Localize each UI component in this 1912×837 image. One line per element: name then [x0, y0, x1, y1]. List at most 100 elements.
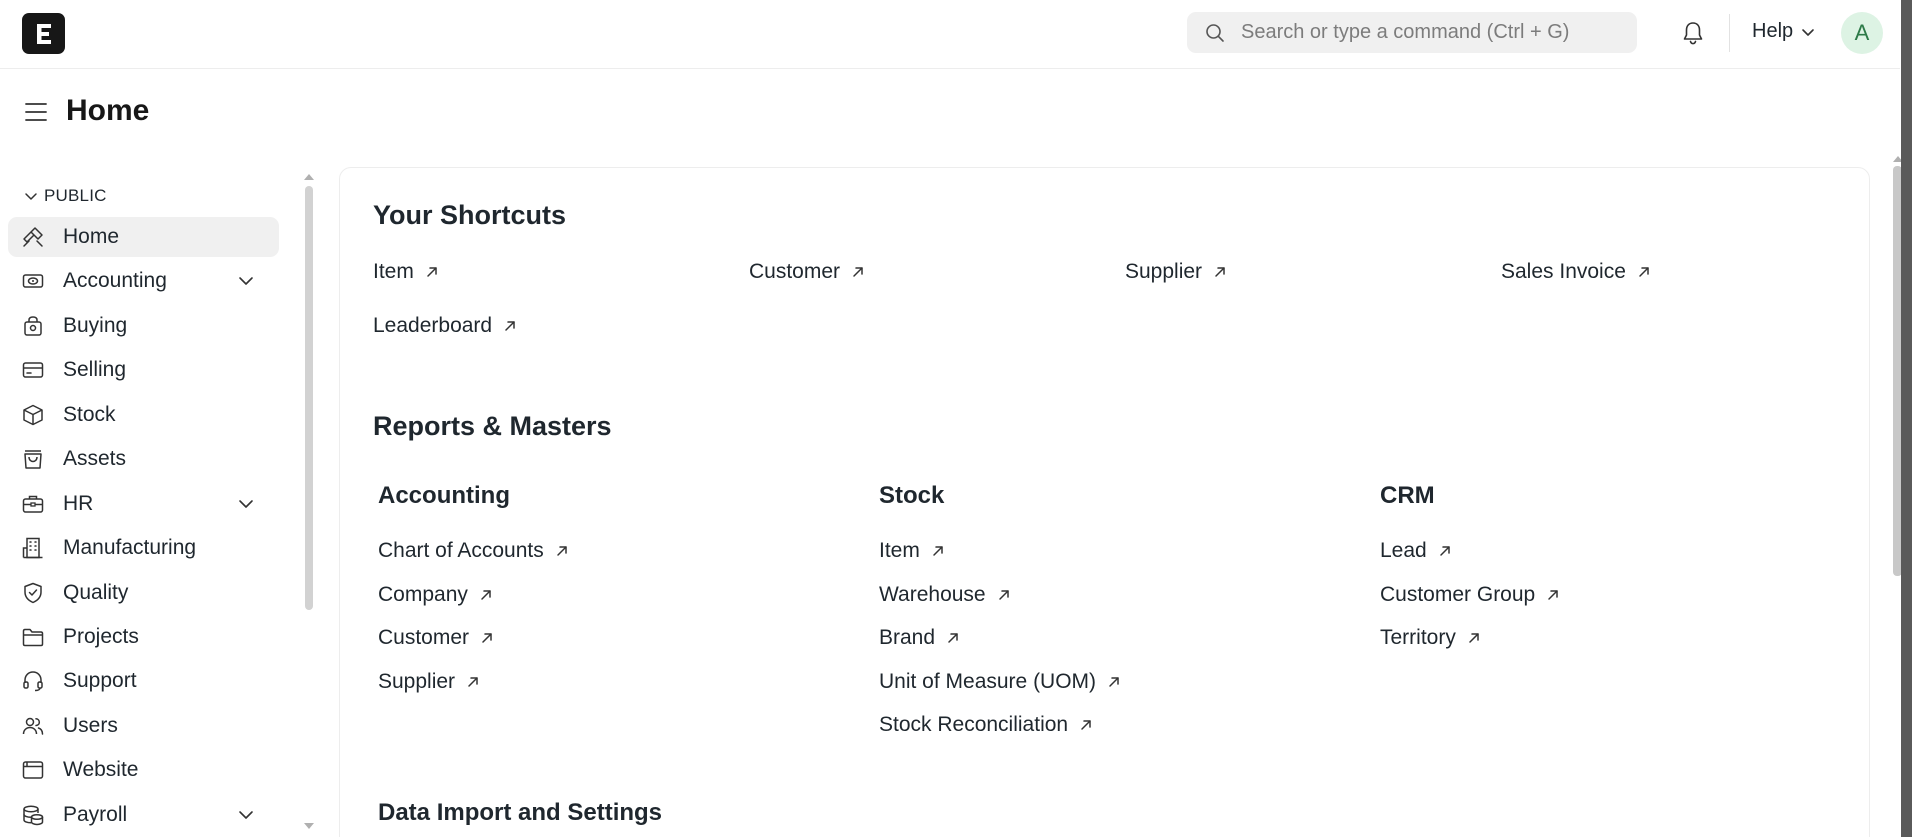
- report-link-label: Lead: [1380, 539, 1427, 562]
- shortcut-supplier[interactable]: Supplier: [1125, 260, 1226, 284]
- sidebar-item-stock[interactable]: Stock: [8, 395, 279, 435]
- headset-icon: [23, 671, 43, 692]
- window-edge: [1901, 0, 1912, 837]
- shortcut-leaderboard[interactable]: Leaderboard: [373, 314, 516, 338]
- shortcut-label: Customer: [749, 260, 841, 283]
- external-link-arrow-icon: [1109, 676, 1119, 687]
- sidebar-item-hr[interactable]: HR: [8, 484, 279, 524]
- navbar: Help A: [0, 0, 1900, 69]
- external-link-arrow-icon: [557, 546, 567, 556]
- report-link-label: Supplier: [378, 669, 456, 693]
- chevron-down-icon: [25, 193, 37, 200]
- sidebar-item-label: Selling: [63, 358, 127, 381]
- sidebar-item-selling[interactable]: Selling: [8, 350, 279, 390]
- page-title: Home: [66, 94, 150, 127]
- report-link-company[interactable]: Company: [378, 583, 492, 607]
- report-link-label: Territory: [1380, 626, 1456, 649]
- coins-icon: [23, 805, 44, 826]
- card-icon: [22, 362, 44, 378]
- report-link-label: Warehouse: [879, 582, 986, 606]
- sidebar-item-label: HR: [63, 492, 94, 515]
- report-link-warehouse[interactable]: Warehouse: [879, 583, 1010, 607]
- sidebar-section-toggle[interactable]: PUBLIC: [24, 186, 107, 206]
- search-input[interactable]: [1241, 12, 1621, 53]
- report-link-stock-reconciliation[interactable]: Stock Reconciliation: [879, 713, 1092, 737]
- sidebar-item-home[interactable]: Home: [8, 217, 279, 257]
- report-link-label: Customer: [378, 626, 470, 649]
- external-link-arrow-icon: [505, 321, 515, 331]
- sidebar-scrollbar[interactable]: [305, 186, 313, 610]
- report-link-label: Chart of Accounts: [378, 539, 544, 562]
- sidebar-item-label: Projects: [63, 625, 139, 648]
- report-link-customer-group[interactable]: Customer Group: [1380, 583, 1559, 607]
- external-link-arrow-icon: [1081, 720, 1091, 730]
- shortcut-label: Item: [373, 260, 414, 283]
- report-link-customer[interactable]: Customer: [378, 626, 493, 650]
- report-link-label: Customer Group: [1380, 582, 1536, 606]
- external-link-arrow-icon: [481, 589, 491, 600]
- shortcut-item[interactable]: Item: [373, 260, 438, 284]
- external-link-arrow-icon: [1548, 589, 1558, 600]
- sidebar-item-label: Stock: [63, 403, 116, 426]
- sidebar-item-label: Website: [63, 758, 139, 781]
- report-link-territory[interactable]: Territory: [1380, 626, 1480, 650]
- sidebar-item-support[interactable]: Support: [8, 661, 279, 701]
- erpnext-logo-icon: [36, 23, 51, 44]
- report-link-unit-of-measure-uom[interactable]: Unit of Measure (UOM): [879, 670, 1120, 694]
- external-link-arrow-icon: [998, 589, 1009, 600]
- report-link-lead[interactable]: Lead: [1380, 539, 1451, 563]
- shortcut-sales-invoice[interactable]: Sales Invoice: [1501, 260, 1650, 284]
- report-column-title-crm: CRM: [1380, 482, 1435, 509]
- shortcut-label: Supplier: [1125, 260, 1203, 283]
- chevron-down-icon[interactable]: [236, 805, 256, 825]
- chevron-down-icon[interactable]: [236, 271, 256, 291]
- sidebar-toggle-button[interactable]: [24, 101, 48, 128]
- notifications-button[interactable]: [1681, 20, 1705, 51]
- shortcut-customer[interactable]: Customer: [749, 260, 864, 284]
- external-link-arrow-icon: [948, 633, 958, 643]
- external-link-arrow-icon: [933, 546, 943, 556]
- shortcut-label: Leaderboard: [373, 314, 493, 337]
- sidebar-scroll-up[interactable]: [304, 174, 314, 180]
- sidebar-item-quality[interactable]: Quality: [8, 573, 279, 613]
- sidebar-scroll-down[interactable]: [304, 823, 314, 829]
- sidebar-item-buying[interactable]: Buying: [8, 306, 279, 346]
- sidebar-section-label: PUBLIC: [44, 186, 107, 205]
- external-link-arrow-icon: [853, 267, 863, 277]
- reports-title: Reports & Masters: [373, 411, 612, 441]
- users-icon: [22, 717, 44, 735]
- sidebar-item-assets[interactable]: Assets: [8, 439, 279, 479]
- briefcase-icon: [22, 495, 44, 513]
- report-link-label: Brand: [879, 626, 936, 649]
- chevron-down-icon: [1802, 28, 1814, 36]
- sidebar-item-payroll[interactable]: Payroll: [8, 795, 279, 835]
- report-link-brand[interactable]: Brand: [879, 626, 959, 650]
- bag-icon: [24, 316, 42, 336]
- money-icon: [22, 274, 44, 288]
- shopping-bag-icon: [24, 450, 42, 469]
- report-link-label: Stock Reconciliation: [879, 713, 1069, 736]
- browser-icon: [22, 761, 44, 779]
- user-avatar[interactable]: A: [1841, 12, 1883, 54]
- sidebar-item-label: Manufacturing: [63, 536, 197, 559]
- report-link-label: Item: [879, 539, 920, 562]
- chevron-down-icon[interactable]: [236, 494, 256, 514]
- sidebar-item-manufacturing[interactable]: Manufacturing: [8, 528, 279, 568]
- shield-icon: [24, 582, 42, 604]
- report-link-chart-of-accounts[interactable]: Chart of Accounts: [378, 539, 568, 563]
- sidebar-item-accounting[interactable]: Accounting: [8, 261, 279, 301]
- search-bar[interactable]: [1187, 12, 1637, 53]
- tools-icon: [23, 227, 43, 247]
- hamburger-icon: [25, 103, 47, 121]
- external-link-arrow-icon: [468, 676, 478, 687]
- sidebar-item-users[interactable]: Users: [8, 706, 279, 746]
- report-column-title-accounting: Accounting: [378, 482, 510, 509]
- sidebar-item-website[interactable]: Website: [8, 750, 279, 790]
- app-logo[interactable]: [22, 13, 65, 54]
- report-link-supplier[interactable]: Supplier: [378, 670, 479, 694]
- report-link-item[interactable]: Item: [879, 539, 944, 563]
- sidebar-item-label: Payroll: [63, 803, 128, 826]
- shortcuts-title: Your Shortcuts: [373, 200, 567, 230]
- help-dropdown[interactable]: Help: [1752, 20, 1815, 43]
- sidebar-item-projects[interactable]: Projects: [8, 617, 279, 657]
